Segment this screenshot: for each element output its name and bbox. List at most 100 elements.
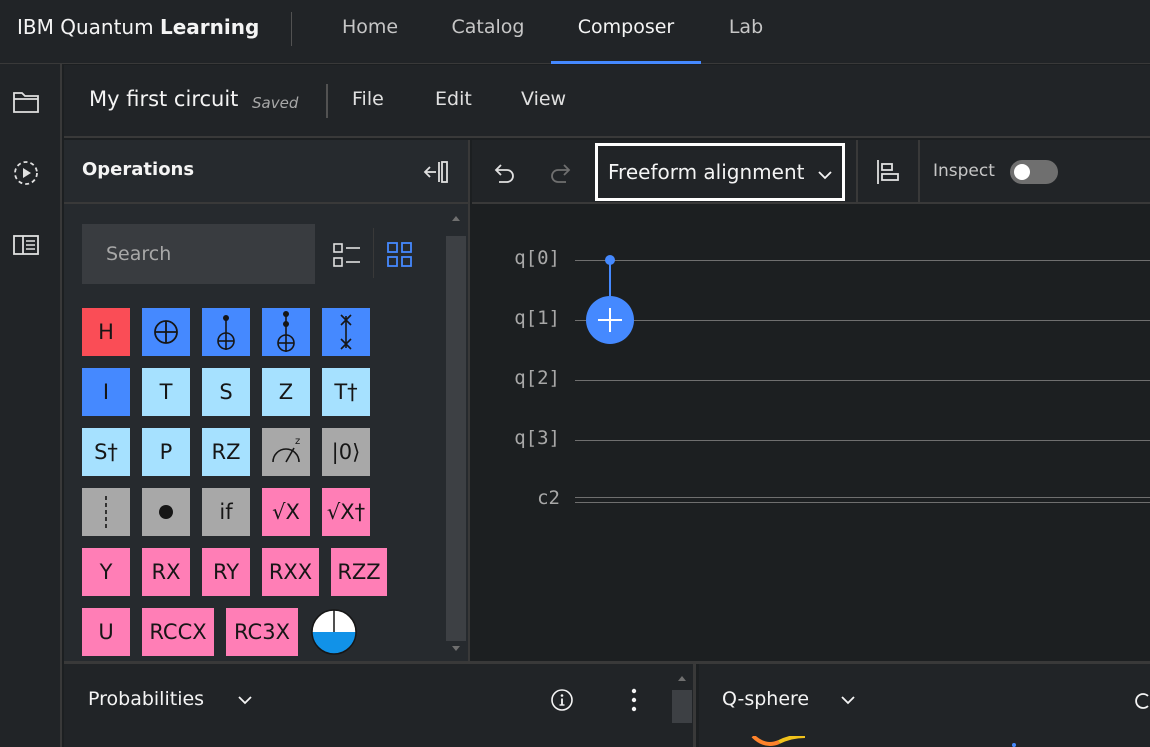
inspect-toggle[interactable] xyxy=(1010,160,1058,184)
title-divider xyxy=(326,84,328,118)
gate-rccx[interactable]: RCCX xyxy=(142,608,214,656)
cnot-icon xyxy=(154,320,178,344)
qsphere-title[interactable]: Q-sphere xyxy=(722,688,809,710)
chevron-down-icon xyxy=(818,171,832,180)
gate-sx[interactable]: √X xyxy=(262,488,310,536)
list-view-icon[interactable] xyxy=(332,240,362,270)
measure-icon: z xyxy=(272,436,300,463)
gate-i[interactable]: I xyxy=(82,368,130,416)
gate-control[interactable] xyxy=(142,488,190,536)
qsphere-panel: Q-sphere xyxy=(699,664,1150,747)
gate-ry[interactable]: RY xyxy=(202,548,250,596)
wire-label: q[3] xyxy=(514,427,560,449)
gate-rc3x[interactable]: RC3X xyxy=(226,608,298,656)
tab-lab[interactable]: Lab xyxy=(712,0,780,64)
side-panel-icon[interactable] xyxy=(12,231,40,259)
gate-u[interactable]: U xyxy=(82,608,130,656)
toolbar-divider xyxy=(918,140,920,204)
qsphere-dot xyxy=(1012,743,1016,747)
operations-scrollbar[interactable] xyxy=(446,216,466,658)
align-left-icon[interactable] xyxy=(874,158,902,186)
gate-rxx[interactable]: RXX xyxy=(262,548,319,596)
gate-t[interactable]: T xyxy=(142,368,190,416)
menu-file[interactable]: File xyxy=(352,88,384,110)
operations-header: Operations xyxy=(64,140,470,204)
circuit-name[interactable]: My first circuit xyxy=(89,87,238,111)
gate-rz[interactable]: RZ xyxy=(202,428,250,476)
qubit-wire[interactable] xyxy=(575,380,1150,381)
info-icon[interactable] xyxy=(550,688,574,712)
swap-icon xyxy=(340,314,352,350)
qsphere-visual xyxy=(751,736,806,746)
wire-label: q[2] xyxy=(514,367,560,389)
gate-swap[interactable] xyxy=(322,308,370,356)
scroll-up-icon[interactable] xyxy=(451,214,461,222)
circuit-canvas[interactable]: q[0] q[1] q[2] q[3] c2 xyxy=(472,206,1150,661)
gate-cnot[interactable] xyxy=(142,308,190,356)
classical-wire[interactable] xyxy=(575,497,1150,503)
gate-h[interactable]: H xyxy=(82,308,130,356)
tab-home[interactable]: Home xyxy=(325,0,415,64)
gate-measure[interactable]: z xyxy=(262,428,310,476)
gate-z[interactable]: Z xyxy=(262,368,310,416)
chevron-down-icon[interactable] xyxy=(839,691,857,709)
gate-if[interactable]: if xyxy=(202,488,250,536)
gate-sxdg[interactable]: √X† xyxy=(322,488,370,536)
gate-sdg[interactable]: S† xyxy=(82,428,130,476)
gate-phase-disk[interactable] xyxy=(310,608,358,656)
brand-name: IBM Quantum xyxy=(17,15,160,39)
toggle-knob xyxy=(1014,164,1030,180)
menu-view[interactable]: View xyxy=(521,88,566,110)
probabilities-scrollbar[interactable] xyxy=(670,668,694,747)
gate-y[interactable]: Y xyxy=(82,548,130,596)
left-rail xyxy=(0,64,62,747)
toolbar-divider xyxy=(856,140,858,204)
gate-toffoli[interactable] xyxy=(202,308,250,356)
scroll-thumb[interactable] xyxy=(446,236,466,641)
qubit-wire[interactable] xyxy=(575,320,1150,321)
scroll-thumb[interactable] xyxy=(672,690,692,723)
alignment-value: Freeform alignment xyxy=(608,160,805,184)
redo-icon[interactable] xyxy=(548,158,576,186)
qubit-wire[interactable] xyxy=(575,260,1150,261)
scroll-up-icon[interactable] xyxy=(677,674,687,682)
inspect-label: Inspect xyxy=(933,161,995,181)
folder-icon[interactable] xyxy=(12,88,40,116)
gate-barrier[interactable] xyxy=(82,488,130,536)
gate-rzz[interactable]: RZZ xyxy=(331,548,387,596)
barrier-icon xyxy=(105,496,107,528)
gate-p[interactable]: P xyxy=(142,428,190,476)
qubit-wire[interactable] xyxy=(575,440,1150,441)
control-dot-icon xyxy=(159,505,173,519)
alignment-dropdown[interactable]: Freeform alignment xyxy=(595,143,845,201)
brand-logo[interactable]: IBM Quantum Learning xyxy=(17,15,259,39)
undo-icon[interactable] xyxy=(489,158,517,186)
tab-composer[interactable]: Composer xyxy=(551,0,701,64)
search-input[interactable] xyxy=(82,224,315,284)
circuit-title-bar: My first circuit Saved File Edit View xyxy=(64,65,1150,138)
cnot-gate[interactable] xyxy=(582,250,638,350)
grid-view-icon[interactable] xyxy=(385,240,415,270)
circuit-toolbar: Freeform alignment Inspect xyxy=(472,140,1150,204)
gate-ccx[interactable] xyxy=(262,308,310,356)
menu-edit[interactable]: Edit xyxy=(435,88,472,110)
gate-reset[interactable]: |0⟩ xyxy=(322,428,370,476)
reset-view-icon[interactable] xyxy=(1134,688,1150,712)
history-play-icon[interactable] xyxy=(12,159,40,187)
wire-label: q[1] xyxy=(514,307,560,329)
probabilities-title[interactable]: Probabilities xyxy=(88,688,204,710)
view-toggle-divider xyxy=(373,228,374,278)
save-status: Saved xyxy=(252,94,299,112)
gate-rx[interactable]: RX xyxy=(142,548,190,596)
svg-text:z: z xyxy=(295,436,300,447)
collapse-panel-icon[interactable] xyxy=(422,158,450,186)
composer-app: IBM Quantum Learning Home Catalog Compos… xyxy=(0,0,1150,747)
chevron-down-icon[interactable] xyxy=(236,691,254,709)
top-nav: IBM Quantum Learning Home Catalog Compos… xyxy=(0,0,1150,64)
scroll-down-icon[interactable] xyxy=(451,645,461,653)
tab-catalog[interactable]: Catalog xyxy=(432,0,544,64)
overflow-menu-icon[interactable] xyxy=(624,686,644,714)
gate-s[interactable]: S xyxy=(202,368,250,416)
gate-tdg[interactable]: T† xyxy=(322,368,370,416)
toffoli-icon xyxy=(217,315,235,350)
